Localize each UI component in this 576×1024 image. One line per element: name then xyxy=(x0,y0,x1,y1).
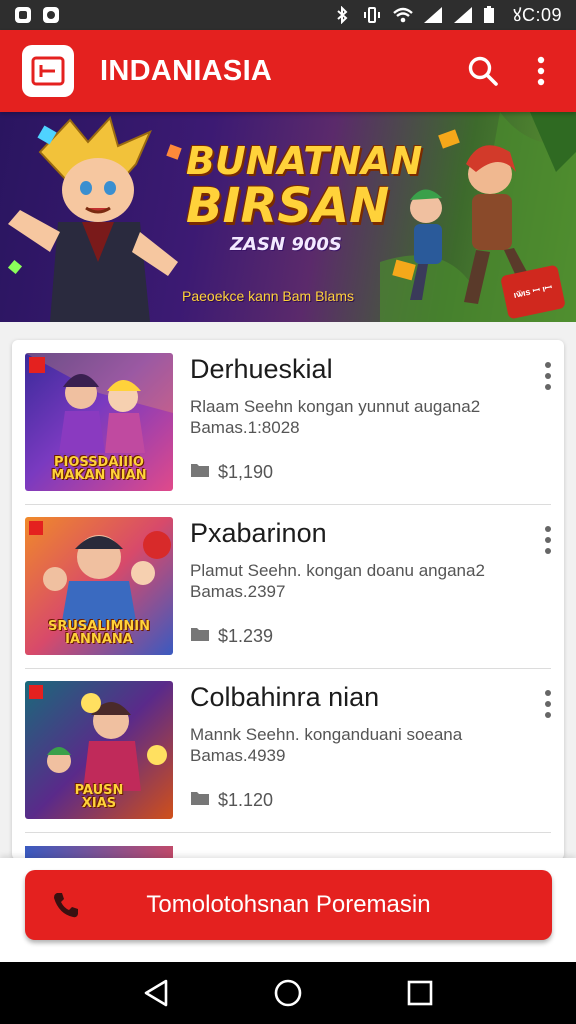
banner-title-line2: BIRSAN xyxy=(186,178,390,234)
more-vert-icon[interactable] xyxy=(536,358,560,394)
primary-action-button[interactable]: Tomolotohsnan Poremasin xyxy=(25,870,552,940)
item-price: $1,190 xyxy=(190,462,273,483)
app-notification-icon xyxy=(14,6,32,24)
search-icon[interactable] xyxy=(466,54,500,88)
more-vert-icon[interactable] xyxy=(536,686,560,722)
phone-icon xyxy=(51,890,81,920)
game-thumbnail: PAUSN XIAS xyxy=(25,681,173,819)
app-bar: INDANIASIA xyxy=(0,30,576,112)
app-screen: ꙋC:09 INDANIASIA BUNATNAN BIRSAN ZASN 90… xyxy=(0,0,576,1024)
game-thumbnail: PIOSSDAIIIO MAKAN NIAN xyxy=(25,353,173,491)
banner-title-line3: ZASN 900S xyxy=(230,234,342,255)
item-description: Mannk Seehn. konganduani soeana Bamas.49… xyxy=(190,725,463,765)
item-description: Rlaam Seehn kongan yunnut augana2 Bamas.… xyxy=(190,397,481,437)
battery-icon xyxy=(483,6,501,24)
system-nav-bar xyxy=(0,962,576,1024)
wifi-icon xyxy=(393,6,413,24)
app-notification-icon xyxy=(42,6,60,24)
list-item[interactable]: SRUSALIMNIN IANNANA Pxabarinon Plamut Se… xyxy=(12,504,564,668)
thumbnail-label: SRUSALIMNIN IANNANA xyxy=(47,618,150,648)
primary-action-label: Tomolotohsnan Poremasin xyxy=(146,891,431,918)
folder-icon xyxy=(190,462,210,483)
signal-icon xyxy=(423,6,443,24)
recents-icon[interactable] xyxy=(400,973,440,1013)
folder-icon xyxy=(190,626,210,647)
promo-banner[interactable]: BUNATNAN BIRSAN ZASN 900S Paeoekce kann … xyxy=(0,112,576,322)
folder-icon xyxy=(190,790,210,811)
item-title: Derhueskial xyxy=(190,354,333,384)
item-title: Pxabarinon xyxy=(190,518,327,548)
list-item[interactable]: PIOSSDAIIIO MAKAN NIAN Derhueskial Rlaam… xyxy=(12,340,564,504)
divider xyxy=(25,832,551,833)
bluetooth-icon xyxy=(333,5,351,25)
more-vert-icon[interactable] xyxy=(524,54,558,88)
vibrate-icon xyxy=(363,6,381,24)
app-title: INDANIASIA xyxy=(100,54,273,87)
item-price: $1.239 xyxy=(190,626,273,647)
banner-title-line1: BUNATNAN xyxy=(186,139,423,183)
back-icon[interactable] xyxy=(136,973,176,1013)
game-list: PIOSSDAIIIO MAKAN NIAN Derhueskial Rlaam… xyxy=(12,340,564,860)
item-description: Plamut Seehn. kongan doanu angana2 Bamas… xyxy=(190,561,485,601)
game-thumbnail: SRUSALIMNIN IANNANA xyxy=(25,517,173,655)
signal-icon xyxy=(453,6,473,24)
home-icon[interactable] xyxy=(268,973,308,1013)
hero-character-illustration xyxy=(7,116,182,322)
more-vert-icon[interactable] xyxy=(536,522,560,558)
app-logo-icon[interactable] xyxy=(22,45,74,97)
thumbnail-label: PIOSSDAIIIO MAKAN NIAN xyxy=(51,454,147,484)
list-item[interactable]: PAUSN XIAS Colbahinra nian Mannk Seehn. … xyxy=(12,668,564,832)
bottom-action-area: Tomolotohsnan Poremasin xyxy=(0,858,576,962)
item-price: $1.120 xyxy=(190,790,273,811)
thumbnail-label: PAUSN XIAS xyxy=(74,782,124,812)
banner-title: BUNATNAN BIRSAN ZASN 900S xyxy=(186,139,423,255)
status-time: ꙋC:09 xyxy=(513,5,562,25)
status-bar: ꙋC:09 xyxy=(0,0,576,30)
item-title: Colbahinra nian xyxy=(190,682,380,712)
banner-subtitle: Paeoekce kann Bam Blams xyxy=(182,288,354,304)
